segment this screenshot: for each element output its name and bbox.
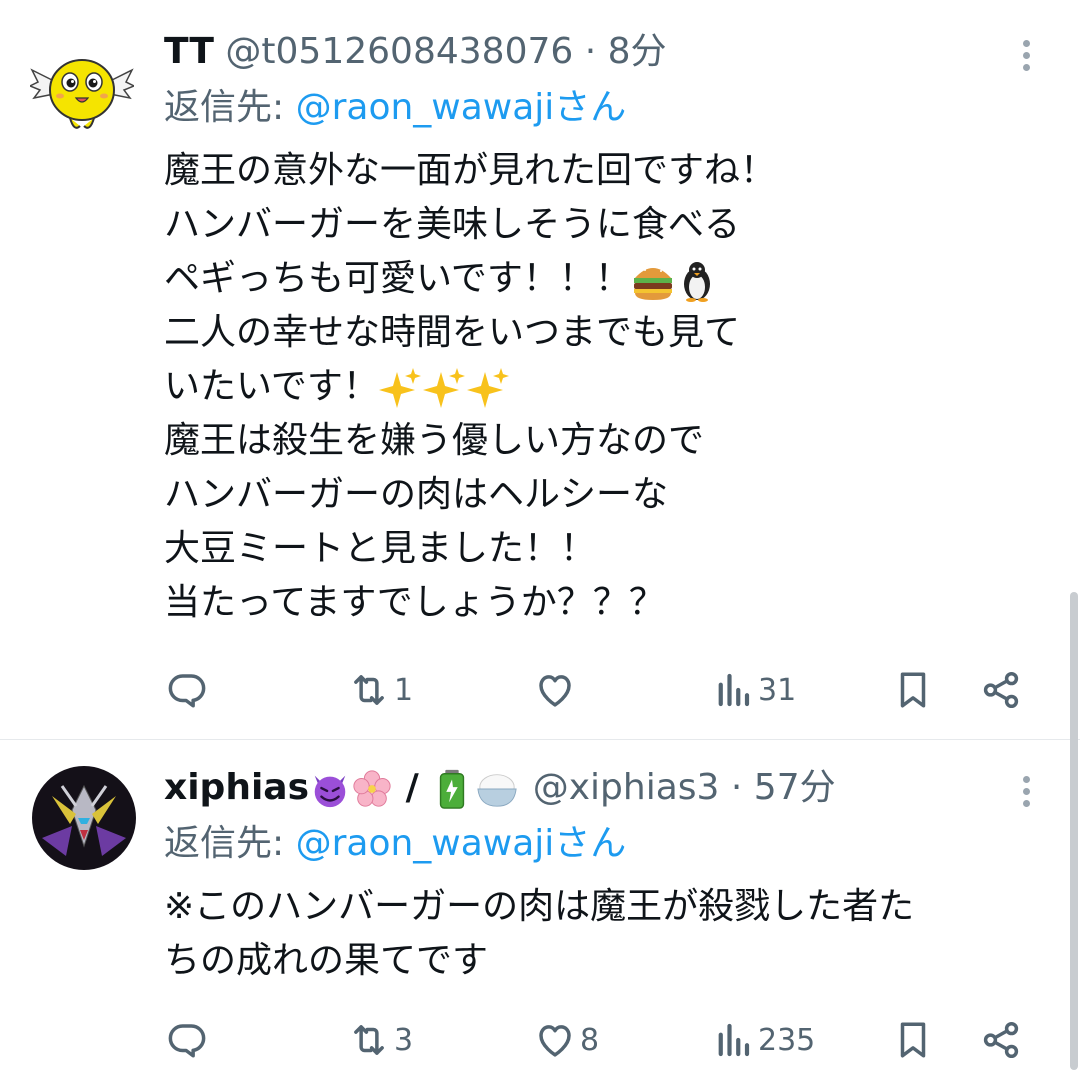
tweet-header: TT @t0512608438076 · 8分	[164, 28, 667, 76]
tweet-line: ちの成れの果てです	[164, 940, 489, 981]
share-button[interactable]	[980, 665, 1022, 715]
tweet-divider	[0, 739, 1080, 740]
reply-to-suffix: さん	[554, 823, 627, 864]
tweet-text: ※このハンバーガーの肉は魔王が殺戮した者た ちの成れの果てです	[164, 880, 914, 988]
views-button[interactable]: 235	[712, 1015, 815, 1065]
scrollbar[interactable]	[1070, 592, 1078, 1070]
like-count: 8	[580, 1022, 600, 1058]
reply-to-prefix: 返信先:	[164, 87, 296, 128]
sparkles-emoji-icon	[466, 368, 509, 408]
battery-emoji-icon	[440, 769, 465, 809]
name-separator: /	[405, 767, 419, 808]
tweet-line-text: ペギっちも可愛いです！！！	[164, 258, 631, 299]
display-name[interactable]: xiphias /	[164, 767, 521, 809]
penguin-emoji-icon	[683, 262, 710, 302]
retweet-icon	[354, 1025, 384, 1055]
display-name[interactable]: TT	[164, 31, 214, 72]
share-icon	[983, 671, 1019, 709]
reply-to-prefix: 返信先:	[164, 823, 296, 864]
share-button[interactable]	[980, 1015, 1022, 1065]
sparkles-emoji-icon	[422, 368, 465, 408]
rice-bowl-emoji-icon	[477, 774, 517, 807]
retweet-button[interactable]: 3	[348, 1015, 413, 1065]
timestamp[interactable]: 57分	[754, 767, 836, 808]
more-options-icon[interactable]	[1016, 776, 1036, 812]
reply-to: 返信先: @raon_wawajiさん	[164, 820, 626, 868]
heart-icon	[539, 675, 571, 707]
user-handle[interactable]: @t0512608438076	[225, 31, 573, 72]
views-count: 235	[758, 1022, 816, 1058]
retweet-count: 1	[394, 672, 414, 708]
reply-to-mention[interactable]: @raon_wawaji	[296, 87, 555, 128]
reply-button[interactable]	[166, 665, 212, 715]
bookmark-button[interactable]	[892, 665, 934, 715]
reply-button[interactable]	[166, 1015, 212, 1065]
tweet-actions: 1 31	[0, 665, 1080, 715]
display-name-text: xiphias	[164, 767, 310, 808]
more-options-icon[interactable]	[1016, 40, 1036, 76]
tweet-line-text: いたいです！	[164, 366, 379, 407]
reply-to: 返信先: @raon_wawajiさん	[164, 84, 626, 132]
tweet-actions: 3 8 235	[0, 1015, 1080, 1065]
like-button[interactable]	[534, 665, 580, 715]
retweet-icon	[354, 675, 384, 705]
bookmark-icon	[900, 672, 926, 708]
tweet-line: 当たってますでしょうか？？？	[164, 582, 665, 623]
reply-icon	[168, 1024, 206, 1058]
like-button[interactable]: 8	[534, 1015, 599, 1065]
retweet-count: 3	[394, 1022, 414, 1058]
views-icon	[718, 673, 750, 707]
share-icon	[983, 1021, 1019, 1059]
reply-icon	[168, 674, 206, 708]
tweet-line: 魔王は殺生を嫌う優しい方なので	[164, 420, 705, 461]
timestamp[interactable]: 8分	[608, 31, 667, 72]
cherry-blossom-emoji-icon	[353, 770, 391, 807]
tweet-line: ハンバーガーの肉はヘルシーな	[164, 474, 669, 515]
views-icon	[718, 1023, 750, 1057]
avatar-image	[32, 766, 136, 870]
avatar[interactable]	[28, 40, 136, 144]
reply-to-suffix: さん	[554, 87, 627, 128]
tweet-line: 二人の幸せな時間をいつまでも見て	[164, 312, 741, 353]
tweet-line-5: いたいです！	[164, 360, 776, 414]
separator-dot: ·	[584, 31, 597, 72]
smiling-devil-emoji-icon	[314, 775, 346, 808]
tweet-line: ※このハンバーガーの肉は魔王が殺戮した者た	[164, 886, 915, 927]
tweet-line: 魔王の意外な一面が見れた回ですね！	[164, 150, 777, 191]
heart-icon	[539, 1025, 571, 1057]
separator-dot: ·	[730, 767, 743, 808]
tweet-line: 大豆ミートと見ました！！	[164, 528, 597, 569]
user-handle[interactable]: @xiphias3	[533, 767, 720, 808]
tweet-line-3: ペギっちも可愛いです！！！	[164, 252, 776, 306]
avatar-image	[28, 59, 136, 129]
retweet-button[interactable]: 1	[348, 665, 413, 715]
hamburger-emoji-icon	[633, 266, 672, 300]
tweet-header: xiphias / @xiphias3 · 57分	[164, 764, 836, 812]
views-button[interactable]: 31	[712, 665, 796, 715]
avatar[interactable]	[32, 766, 136, 870]
sparkles-emoji-icon	[378, 368, 421, 408]
views-count: 31	[758, 672, 797, 708]
tweet-line: ハンバーガーを美味しそうに食べる	[164, 204, 741, 245]
bookmark-icon	[900, 1022, 926, 1058]
tweet-text: 魔王の意外な一面が見れた回ですね！ ハンバーガーを美味しそうに食べる ペギっちも…	[164, 144, 776, 630]
reply-to-mention[interactable]: @raon_wawaji	[296, 823, 555, 864]
bookmark-button[interactable]	[892, 1015, 934, 1065]
